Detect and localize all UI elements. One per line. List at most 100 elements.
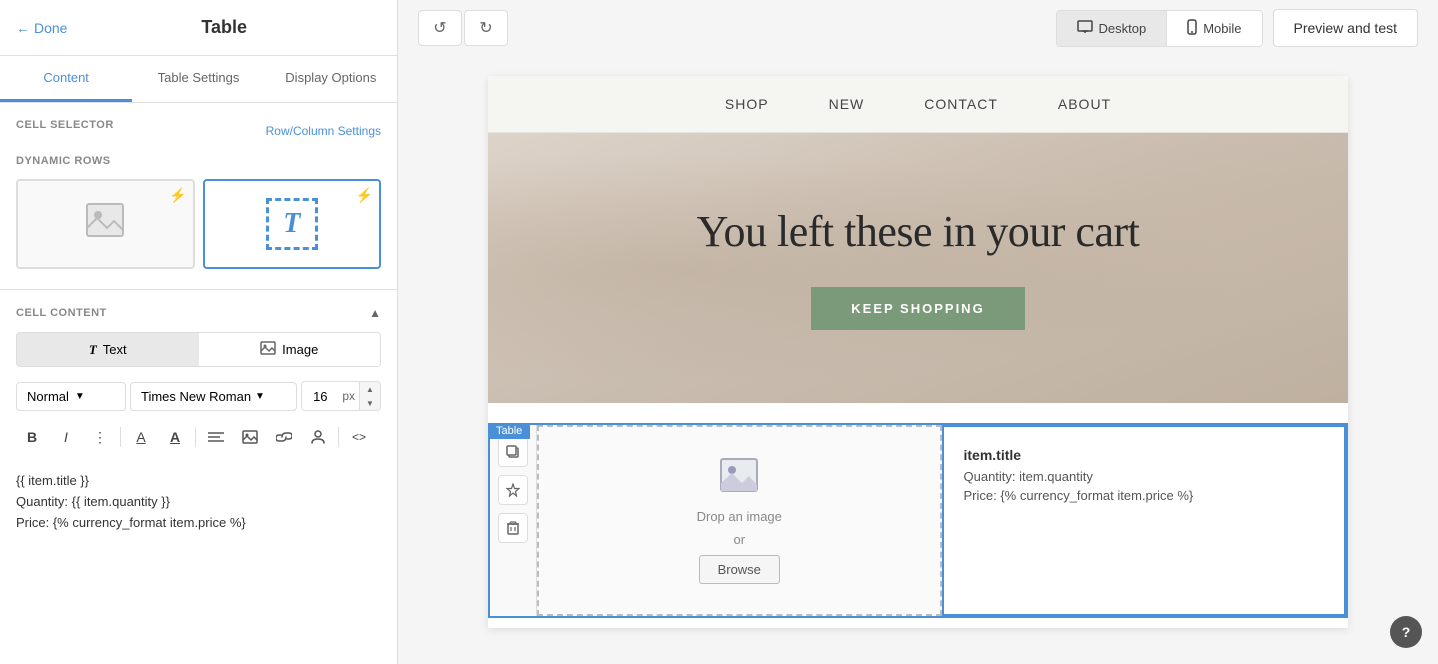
help-btn[interactable]: ?	[1390, 616, 1422, 648]
font-size-down[interactable]: ▼	[360, 396, 380, 410]
cell-selector-label: CELL SELECTOR	[16, 119, 114, 131]
editor-line-2: Quantity: {{ item.quantity }}	[16, 492, 381, 513]
separator-2	[195, 427, 196, 447]
table-section: Table	[488, 423, 1348, 618]
image-type-icon	[260, 341, 276, 358]
table-copy-btn[interactable]	[498, 437, 528, 467]
tab-content[interactable]: Content	[0, 56, 132, 102]
dynamic-row-text-option[interactable]: ⚡ T	[203, 179, 382, 269]
cell-item-title: item.title	[964, 447, 1325, 463]
drop-image-icon	[719, 457, 759, 501]
font-size-input[interactable]	[302, 383, 338, 410]
separator-3	[338, 427, 339, 447]
desktop-view-btn[interactable]: Desktop	[1057, 11, 1167, 46]
panel-body: CELL SELECTOR Row/Column Settings DYNAMI…	[0, 103, 397, 664]
person-btn[interactable]	[302, 421, 334, 453]
done-button[interactable]: ← Done	[16, 20, 67, 36]
bold-btn[interactable]: B	[16, 421, 48, 453]
format-toolbar: B I ⋮ A A <>	[16, 421, 381, 453]
dynamic-row-image-option[interactable]: ⚡	[16, 179, 195, 269]
cell-content-header: CELL CONTENT ▲	[16, 306, 381, 320]
cell-item-price: Price: {% currency_format item.price %}	[964, 488, 1325, 503]
image-type-label: Image	[282, 342, 318, 357]
style-chevron-icon: ▼	[75, 391, 85, 402]
cell-selector-header: CELL SELECTOR Row/Column Settings	[16, 119, 381, 143]
nav-contact: CONTACT	[924, 96, 998, 112]
text-style-label: Normal	[27, 389, 69, 404]
preview-test-btn[interactable]: Preview and test	[1273, 9, 1419, 47]
drop-image-or: or	[733, 532, 745, 547]
tab-table-settings[interactable]: Table Settings	[132, 56, 264, 102]
cta-button[interactable]: KEEP SHOPPING	[811, 287, 1024, 330]
table-container: Drop an image or Browse item.title Quant…	[488, 423, 1348, 618]
image-type-btn[interactable]: Image	[199, 333, 381, 366]
more-btn[interactable]: ⋮	[84, 421, 116, 453]
canvas: SHOP NEW CONTACT ABOUT You left these in…	[398, 56, 1438, 664]
dynamic-rows-label: DYNAMIC ROWS	[16, 155, 381, 167]
text-content-area[interactable]: {{ item.title }} Quantity: {{ item.quant…	[16, 467, 381, 547]
font-size-container: px ▲ ▼	[301, 381, 381, 411]
hero-section: You left these in your cart KEEP SHOPPIN…	[488, 133, 1348, 403]
text-style-select[interactable]: Normal ▼	[16, 382, 126, 411]
font-size-up[interactable]: ▲	[360, 382, 380, 396]
code-btn[interactable]: <>	[343, 421, 375, 453]
panel-header: ← Done Table	[0, 0, 397, 56]
cell-content-label: CELL CONTENT	[16, 307, 107, 319]
email-nav: SHOP NEW CONTACT ABOUT	[488, 76, 1348, 133]
separator-1	[120, 427, 121, 447]
left-panel: ← Done Table Content Table Settings Disp…	[0, 0, 398, 664]
back-arrow-icon: ←	[16, 20, 30, 36]
italic-btn[interactable]: I	[50, 421, 82, 453]
mobile-label: Mobile	[1203, 21, 1241, 36]
desktop-icon	[1077, 20, 1093, 37]
text-type-btn[interactable]: T Text	[17, 333, 199, 366]
font-size-arrows: ▲ ▼	[359, 382, 380, 410]
browse-btn[interactable]: Browse	[699, 555, 780, 584]
lightning-icon-2: ⚡	[356, 187, 373, 204]
table-cell-text[interactable]: item.title Quantity: item.quantity Price…	[942, 425, 1347, 616]
view-toggle: Desktop Mobile	[1056, 10, 1263, 47]
content-type-toggle: T Text Image	[16, 332, 381, 367]
top-bar: ↺ ↻ Desktop Mobile Preview and test	[398, 0, 1438, 56]
link-btn[interactable]	[268, 421, 300, 453]
dynamic-rows-grid: ⚡ ⚡ T	[16, 179, 381, 269]
row-column-settings-link[interactable]: Row/Column Settings	[266, 124, 381, 138]
undo-redo-group: ↺ ↻	[418, 10, 508, 46]
table-delete-btn[interactable]	[498, 513, 528, 543]
redo-btn[interactable]: ↻	[464, 10, 508, 46]
editor-line-1: {{ item.title }}	[16, 471, 381, 492]
bg-color-btn[interactable]: A	[159, 421, 191, 453]
lightning-icon-1: ⚡	[169, 187, 186, 204]
font-toolbar: Normal ▼ Times New Roman ▼ px ▲ ▼	[16, 381, 381, 411]
table-cells: Drop an image or Browse item.title Quant…	[537, 425, 1346, 616]
table-star-btn[interactable]	[498, 475, 528, 505]
desktop-label: Desktop	[1099, 21, 1147, 36]
collapse-chevron[interactable]: ▲	[369, 306, 381, 320]
hero-title: You left these in your cart	[697, 206, 1140, 259]
font-size-unit: px	[338, 383, 359, 409]
image-insert-btn[interactable]	[234, 421, 266, 453]
text-placeholder-icon: T	[266, 198, 318, 250]
editor-line-3: Price: {% currency_format item.price %}	[16, 513, 381, 534]
email-preview: SHOP NEW CONTACT ABOUT You left these in…	[488, 76, 1348, 628]
right-panel: ↺ ↻ Desktop Mobile Preview and test	[398, 0, 1438, 664]
text-color-btn[interactable]: A	[125, 421, 157, 453]
drop-image-text: Drop an image	[697, 509, 782, 524]
align-btn[interactable]	[200, 421, 232, 453]
mobile-icon	[1187, 19, 1197, 38]
panel-tabs: Content Table Settings Display Options	[0, 56, 397, 103]
hero-content: You left these in your cart KEEP SHOPPIN…	[697, 206, 1140, 330]
nav-shop: SHOP	[725, 96, 769, 112]
divider	[0, 289, 397, 290]
table-left-actions	[490, 425, 537, 616]
font-chevron-icon: ▼	[255, 391, 265, 402]
table-cell-image[interactable]: Drop an image or Browse	[537, 425, 942, 616]
font-name-select[interactable]: Times New Roman ▼	[130, 382, 297, 411]
undo-btn[interactable]: ↺	[418, 10, 462, 46]
cell-item-quantity: Quantity: item.quantity	[964, 469, 1325, 484]
nav-new: NEW	[829, 96, 865, 112]
tab-display-options[interactable]: Display Options	[265, 56, 397, 102]
mobile-view-btn[interactable]: Mobile	[1167, 11, 1261, 46]
text-type-label: Text	[103, 342, 127, 357]
font-name-label: Times New Roman	[141, 389, 251, 404]
